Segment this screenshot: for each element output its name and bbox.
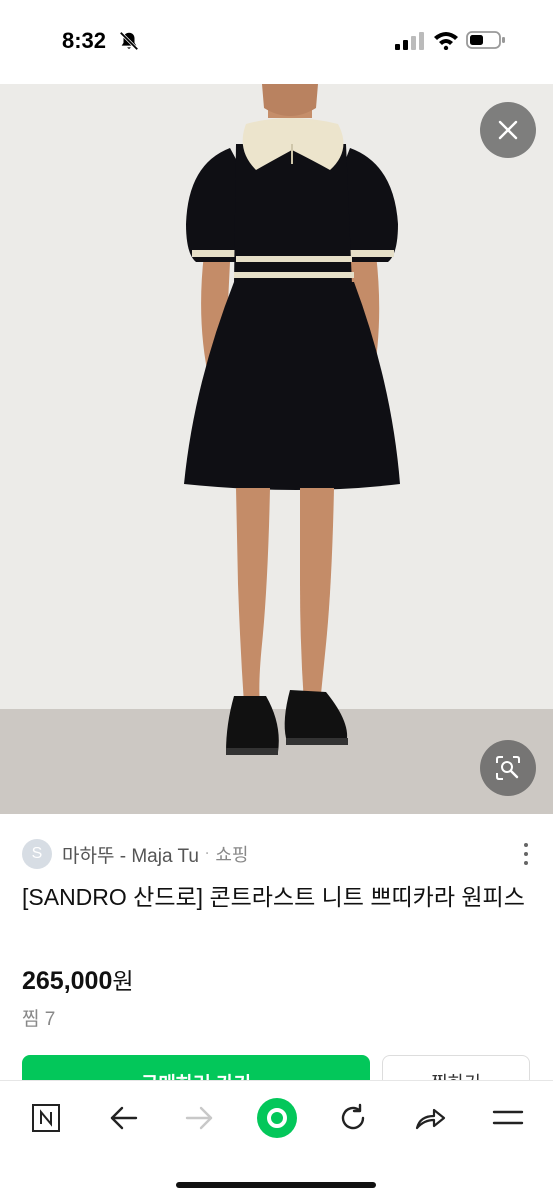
price-currency: 원	[112, 968, 134, 994]
product-price: 265,000원	[22, 962, 134, 996]
seller-name[interactable]: 마하뚜 - Maja Tu	[62, 841, 199, 868]
price-value: 265,000	[22, 967, 113, 995]
back-arrow-icon[interactable]	[101, 1101, 145, 1135]
home-indicator[interactable]	[176, 1182, 376, 1188]
forward-arrow-icon[interactable]	[178, 1101, 222, 1135]
naver-home-icon[interactable]	[24, 1101, 68, 1135]
product-image[interactable]	[0, 84, 553, 814]
wish-count: 찜 7	[22, 1009, 56, 1030]
seller-avatar: S	[22, 839, 52, 869]
status-time: 8:32	[62, 28, 107, 53]
wifi-icon	[434, 32, 458, 50]
product-title[interactable]: [SANDRO 산드로] 콘트라스트 니트 쁘띠카라 원피스	[22, 880, 534, 915]
green-dot-icon[interactable]	[254, 1095, 300, 1141]
battery-icon	[466, 31, 505, 49]
more-options-icon[interactable]	[516, 840, 536, 868]
silent-bell-icon	[119, 31, 139, 51]
seller-separator: ·	[204, 846, 210, 862]
share-icon[interactable]	[408, 1101, 452, 1135]
refresh-icon[interactable]	[331, 1101, 375, 1135]
status-bar: 8:32	[0, 0, 553, 84]
close-button[interactable]	[480, 102, 536, 158]
close-icon	[498, 120, 518, 140]
seller-row[interactable]: S 마하뚜 - Maja Tu · 쇼핑	[22, 838, 532, 870]
product-photo	[0, 84, 553, 814]
image-search-icon	[496, 756, 520, 780]
menu-icon[interactable]	[486, 1101, 530, 1135]
cellular-signal-icon	[395, 32, 424, 50]
image-search-button[interactable]	[480, 740, 536, 796]
seller-category: 쇼핑	[215, 845, 249, 865]
